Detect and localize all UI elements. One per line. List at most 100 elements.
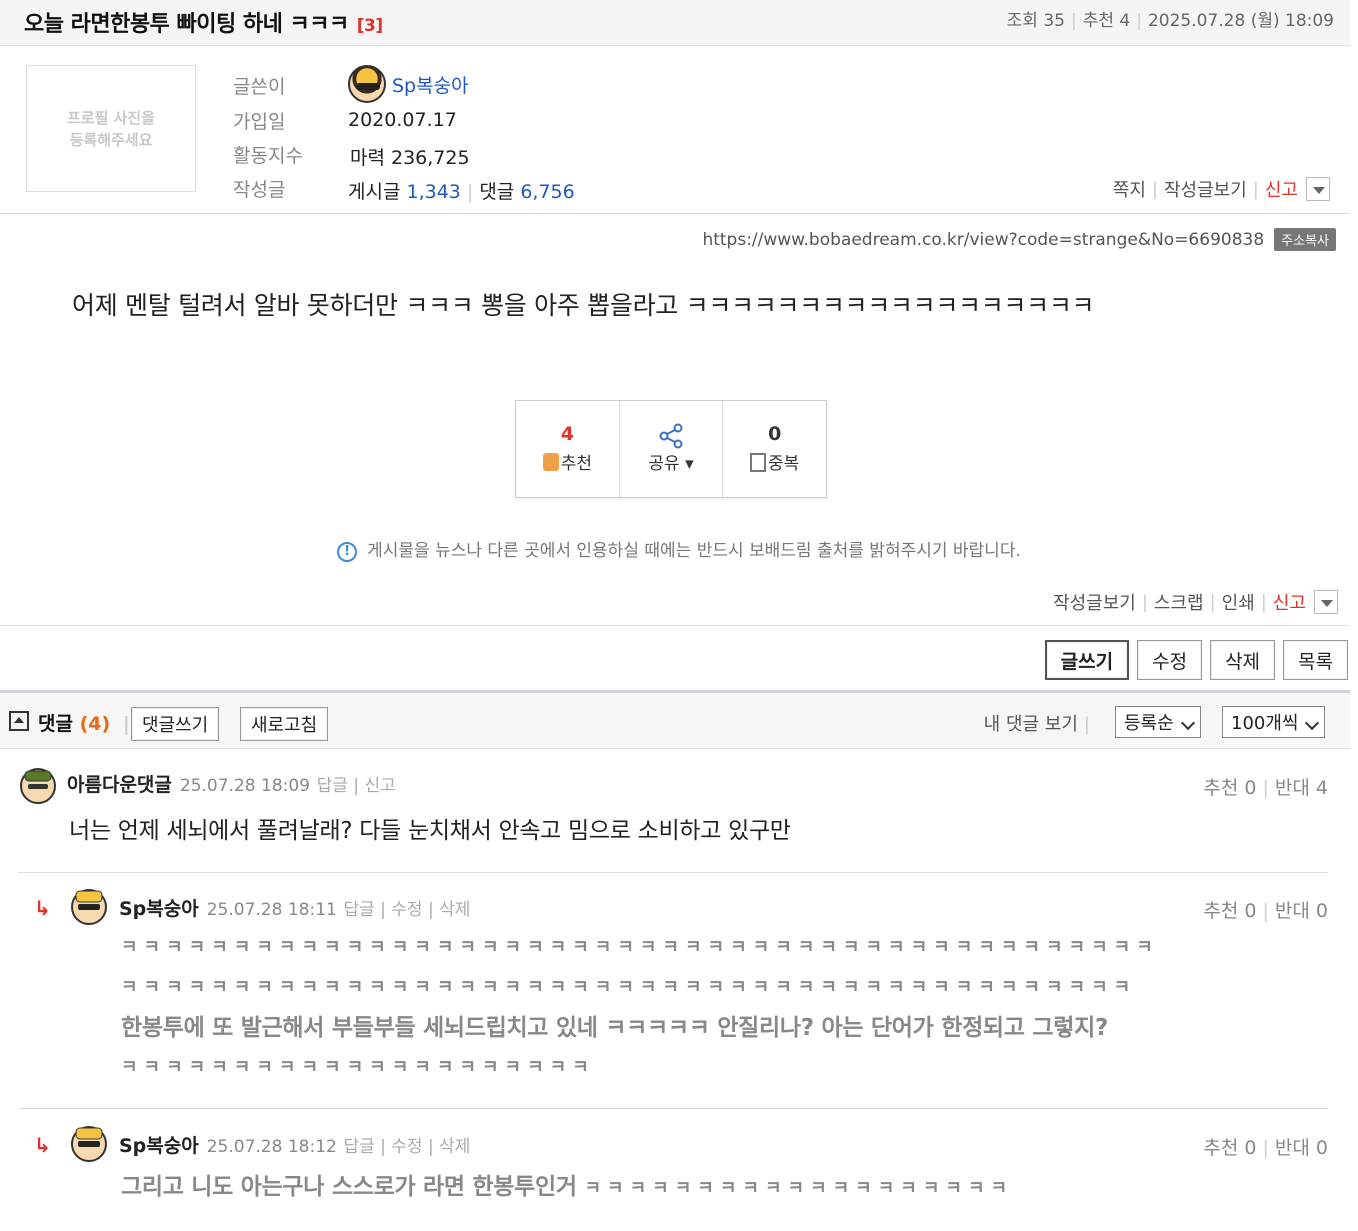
- post-comment-count[interactable]: [3]: [357, 16, 383, 36]
- reply-arrow-icon: ↳: [34, 896, 51, 920]
- report-link-bottom[interactable]: 신고: [1273, 589, 1306, 615]
- print-link[interactable]: 인쇄: [1222, 589, 1255, 615]
- vote-box: 4 추천 공유 ▾ 0 중복: [515, 400, 827, 498]
- comment-actions[interactable]: 답글 | 수정 | 삭제: [343, 900, 470, 920]
- comment-down-vote[interactable]: 반대 4: [1275, 777, 1328, 799]
- post-title-text: 오늘 라면한봉투 빠이팅 하네 ㅋㅋㅋ: [24, 12, 349, 37]
- comment-up-vote[interactable]: 추천 0: [1203, 777, 1256, 799]
- comment-author[interactable]: Sp복숭아 25.07.28 18:12 답글 | 수정 | 삭제: [119, 1131, 470, 1158]
- divider: [0, 625, 1350, 626]
- recommend-button[interactable]: 4 추천: [516, 401, 620, 497]
- comment-up-vote[interactable]: 추천 0: [1203, 900, 1256, 922]
- posts-label: 게시글: [348, 181, 401, 203]
- sort-select[interactable]: 등록순: [1115, 706, 1201, 738]
- share-button[interactable]: 공유 ▾: [620, 401, 724, 497]
- recommend-count: 추천 4: [1082, 11, 1131, 31]
- comment-down-vote[interactable]: 반대 0: [1275, 1137, 1328, 1159]
- view-posts-link[interactable]: 작성글보기: [1164, 176, 1247, 202]
- recommend-label: 추천: [560, 454, 592, 474]
- comment-author[interactable]: 아름다운댓글 25.07.28 18:09 답글 | 신고: [67, 770, 396, 797]
- share-label: 공유: [648, 454, 680, 474]
- joined-date: 2020.07.17: [348, 109, 457, 131]
- report-link[interactable]: 신고: [1265, 176, 1298, 202]
- comment-line: ㅋㅋㅋㅋㅋㅋㅋㅋㅋㅋㅋㅋㅋㅋㅋㅋㅋㅋㅋㅋㅋㅋㅋㅋㅋㅋㅋㅋㅋㅋㅋㅋㅋㅋㅋㅋㅋㅋㅋㅋ…: [121, 977, 1137, 998]
- comment-line: ㅋㅋㅋㅋㅋㅋㅋㅋㅋㅋㅋㅋㅋㅋㅋㅋㅋㅋㅋㅋㅋㅋㅋㅋㅋㅋㅋㅋㅋㅋㅋㅋㅋㅋㅋㅋㅋㅋㅋㅋ…: [121, 937, 1159, 958]
- avatar: [70, 888, 108, 926]
- replies-count-link[interactable]: 6,756: [520, 181, 574, 203]
- collapse-icon[interactable]: [9, 711, 29, 731]
- my-comments-link[interactable]: 내 댓글 보기 |: [984, 710, 1096, 736]
- comment-line: ㅋㅋㅋㅋㅋㅋㅋㅋㅋㅋㅋㅋㅋㅋㅋㅋㅋㅋㅋㅋㅋ: [121, 1057, 595, 1078]
- label-joined: 가입일: [233, 111, 286, 133]
- edit-button[interactable]: 수정: [1137, 640, 1203, 680]
- comment-author[interactable]: Sp복숭아 25.07.28 18:11 답글 | 수정 | 삭제: [119, 894, 470, 921]
- profile-photo-text: 프로필 사진을 등록해주세요: [66, 108, 156, 149]
- label-author: 글쓴이: [233, 76, 286, 98]
- write-button[interactable]: 글쓰기: [1044, 640, 1130, 680]
- share-icon: [620, 423, 723, 449]
- profile-photo-placeholder: 프로필 사진을 등록해주세요: [26, 65, 196, 192]
- report-dropdown-icon-bottom[interactable]: [1314, 590, 1338, 614]
- comment-divider: [18, 872, 1328, 873]
- document-icon: [750, 453, 767, 472]
- caret-down-icon: ▾: [685, 454, 694, 474]
- label-activity: 활동지수: [233, 145, 303, 167]
- refresh-button[interactable]: 새로고침: [240, 707, 329, 741]
- posts-count-link[interactable]: 1,343: [407, 181, 461, 203]
- copy-url-button[interactable]: 주소복사: [1274, 228, 1336, 251]
- scrap-link[interactable]: 스크랩: [1154, 589, 1204, 615]
- duplicate-label: 중복: [768, 454, 800, 474]
- thumbs-up-icon: [542, 453, 559, 471]
- comment-actions[interactable]: 답글 | 신고: [317, 776, 396, 796]
- delete-button[interactable]: 삭제: [1210, 640, 1276, 680]
- comment-votes: 추천 0 | 반대 0: [1203, 900, 1328, 922]
- per-page-select[interactable]: 100개씩: [1222, 706, 1326, 738]
- comments-title-text: 댓글: [38, 713, 73, 735]
- comment-line: 한봉투에 또 발근해서 부들부들 세뇌드립치고 있네 ㅋㅋㅋㅋㅋ 안질리나? 아…: [121, 1015, 1108, 1041]
- report-dropdown-icon[interactable]: [1306, 177, 1330, 201]
- comment-author-name[interactable]: 아름다운댓글: [67, 774, 172, 796]
- avatar: [348, 65, 386, 103]
- profile-links: 쪽지 | 작성글보기 | 신고: [1113, 176, 1330, 202]
- comment-author-name[interactable]: Sp복숭아: [119, 898, 199, 920]
- reply-arrow-icon: ↳: [34, 1133, 51, 1157]
- comment-date: 25.07.28 18:11: [206, 900, 337, 920]
- comment-down-vote[interactable]: 반대 0: [1275, 900, 1328, 922]
- replies-label: 댓글: [479, 181, 515, 203]
- duplicate-number: 0: [768, 423, 782, 445]
- post-body: 어제 멘탈 털려서 알바 못하더만 ㅋㅋㅋ 뽕을 아주 뽑을라고 ㅋㅋㅋㅋㅋㅋㅋ…: [72, 291, 1095, 320]
- post-stats: 게시글 1,343 | 댓글 6,756: [348, 181, 575, 203]
- info-icon: !: [337, 542, 358, 562]
- citation-notice: ! 게시물을 뉴스나 다른 곳에서 인용하실 때에는 반드시 보배드림 출처를 밝…: [0, 536, 1358, 562]
- activity-score: 마력 236,725: [350, 147, 470, 169]
- label-posts: 작성글: [233, 179, 286, 201]
- post-title: 오늘 라면한봉투 빠이팅 하네 ㅋㅋㅋ [3]: [24, 6, 383, 38]
- author-name[interactable]: Sp복숭아: [392, 75, 469, 97]
- comments-header: 댓글 (4) | 댓글쓰기 새로고침 내 댓글 보기 | 등록순 100개씩: [0, 693, 1350, 749]
- comment-up-vote[interactable]: 추천 0: [1203, 1137, 1256, 1159]
- my-comments-text: 내 댓글 보기: [983, 714, 1078, 735]
- author-info[interactable]: Sp복숭아: [348, 65, 469, 103]
- comment-actions[interactable]: 답글 | 수정 | 삭제: [343, 1137, 470, 1157]
- post-meta: 조회 35 | 추천 4 | 2025.07.28 (월) 18:09: [1006, 11, 1334, 31]
- comment-votes: 추천 0 | 반대 4: [1203, 777, 1328, 799]
- message-link[interactable]: 쪽지: [1113, 176, 1146, 202]
- duplicate-button[interactable]: 0 중복: [723, 401, 826, 497]
- comment-votes: 추천 0 | 반대 0: [1203, 1137, 1328, 1159]
- comment-text: ㅋㅋㅋㅋㅋㅋㅋㅋㅋㅋㅋㅋㅋㅋㅋㅋㅋㅋㅋㅋㅋㅋㅋㅋㅋㅋㅋㅋㅋㅋㅋㅋㅋㅋㅋㅋㅋㅋㅋㅋ…: [121, 928, 1159, 1088]
- comment-author-name[interactable]: Sp복숭아: [119, 1135, 199, 1157]
- citation-notice-text: 게시물을 뉴스나 다른 곳에서 인용하실 때에는 반드시 보배드림 출처를 밝혀…: [367, 541, 1021, 561]
- avatar: [70, 1125, 108, 1163]
- author-profile: 프로필 사진을 등록해주세요 글쓴이 Sp복숭아 가입일 2020.07.17 …: [0, 46, 1350, 214]
- write-comment-button[interactable]: 댓글쓰기: [131, 707, 220, 741]
- comment-line: 그리고 니도 아는구나 스스로가 라면 한봉투인거: [121, 1174, 577, 1200]
- comments-count: (4): [79, 713, 111, 735]
- list-button[interactable]: 목록: [1283, 640, 1348, 680]
- post-url[interactable]: https://www.bobaedream.co.kr/view?code=s…: [702, 230, 1264, 250]
- recommend-number: 4: [560, 423, 574, 445]
- view-posts-link-bottom[interactable]: 작성글보기: [1053, 589, 1136, 615]
- avatar: [19, 767, 57, 805]
- comments-title: 댓글 (4) |: [38, 713, 130, 735]
- comment-date: 25.07.28 18:12: [206, 1137, 337, 1157]
- post-title-bar: 오늘 라면한봉투 빠이팅 하네 ㅋㅋㅋ [3] 조회 35 | 추천 4 | 2025.0…: [0, 0, 1350, 46]
